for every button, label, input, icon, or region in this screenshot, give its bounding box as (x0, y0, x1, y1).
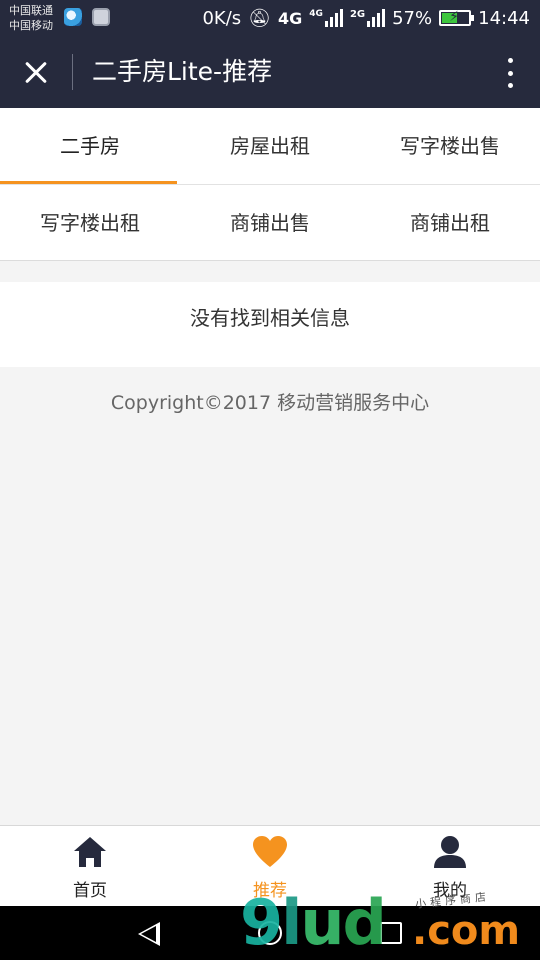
user-icon (434, 836, 466, 868)
network-type-1-small: 4G (309, 9, 323, 19)
copyright-text: Copyright©2017 移动营销服务中心 (110, 392, 430, 414)
close-icon[interactable] (18, 54, 54, 90)
tab-shop-rent[interactable]: 商铺出租 (360, 185, 540, 261)
nav-recommend[interactable]: 推荐 (180, 826, 360, 907)
home-icon (74, 837, 106, 867)
network-type-2: 2G (349, 9, 366, 20)
network-speed: 0K/s (202, 7, 242, 29)
back-triangle-icon[interactable] (138, 922, 160, 946)
nav-home[interactable]: 首页 (0, 826, 180, 907)
mute-icon: 🔕︎ (248, 7, 272, 29)
appbar-divider (72, 54, 73, 90)
status-bar: 中国联通 中国移动 0K/s 🔕︎ 4G 4G 2G 57% ⚡︎ 14:44 (0, 0, 540, 36)
system-nav-bar (0, 906, 540, 960)
category-tabs: 二手房 房屋出租 写字楼出售 写字楼出租 商铺出售 商铺出租 (0, 108, 540, 261)
empty-message: 没有找到相关信息 (190, 306, 350, 330)
empty-state: 没有找到相关信息 (0, 282, 540, 367)
page-title: 二手房Lite-推荐 (92, 57, 273, 86)
notification-image-icon (92, 8, 110, 26)
tab-shop-sale[interactable]: 商铺出售 (180, 185, 360, 261)
status-right: 0K/s 🔕︎ 4G 4G 2G 57% ⚡︎ 14:44 (202, 0, 530, 36)
nav-mine[interactable]: 我的 (360, 826, 540, 907)
carrier-2: 中国移动 (9, 19, 53, 32)
battery-icon: ⚡︎ (439, 9, 475, 26)
nav-home-label: 首页 (73, 881, 107, 901)
bottom-nav: 首页 推荐 我的 (0, 825, 540, 906)
tab-office-rent[interactable]: 写字楼出租 (0, 185, 180, 261)
battery-percent: 57% (392, 7, 433, 29)
clock: 14:44 (478, 7, 530, 29)
tab-office-sale[interactable]: 写字楼出售 (360, 108, 540, 184)
carrier-info: 中国联通 中国移动 (9, 3, 53, 33)
heart-icon (253, 836, 287, 867)
carrier-1: 中国联通 (9, 4, 53, 17)
signal-icon: 4G (309, 9, 343, 27)
tab-second-hand[interactable]: 二手房 (0, 108, 180, 184)
nav-recommend-label: 推荐 (253, 881, 287, 901)
home-circle-icon[interactable] (258, 921, 282, 945)
network-type-1: 4G (278, 8, 303, 28)
nav-mine-label: 我的 (433, 881, 467, 901)
signal-icon-2: 2G (349, 9, 386, 27)
app-bar: 二手房Lite-推荐 (0, 36, 540, 108)
recent-square-icon[interactable] (380, 922, 402, 944)
more-vertical-icon[interactable] (506, 58, 514, 88)
notification-app-icon (64, 8, 82, 26)
tab-rental[interactable]: 房屋出租 (180, 108, 360, 184)
